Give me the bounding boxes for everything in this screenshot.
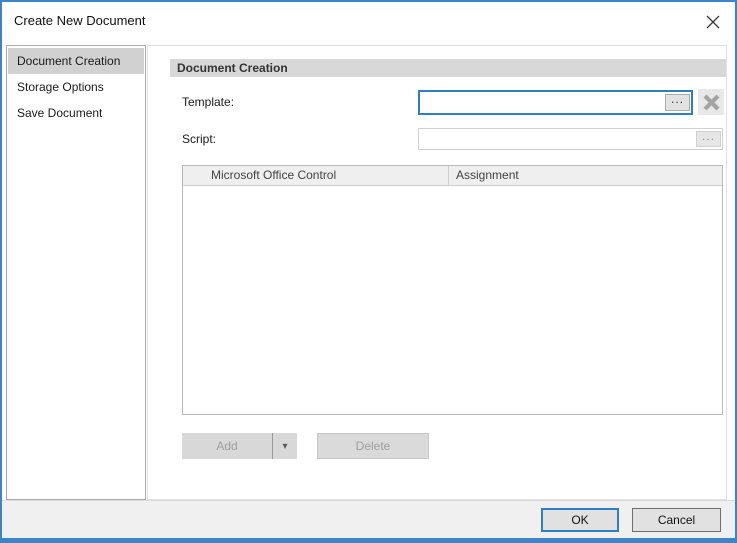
sidebar-item-save-document[interactable]: Save Document [8,100,144,126]
script-label: Script: [182,132,418,146]
footer-bar: OK Cancel [2,500,735,538]
main-panel: Document Creation Template: ... Script: [147,45,727,500]
sidebar: Document Creation Storage Options Save D… [6,45,146,500]
table-body-empty [183,187,722,414]
script-field-row: Script: ... [182,128,724,150]
close-icon [706,15,720,29]
column-header-microsoft-office-control: Microsoft Office Control [183,166,449,185]
add-button[interactable]: Add [182,433,272,459]
script-browse-button[interactable]: ... [696,131,721,147]
title-bar: Create New Document [2,2,735,44]
clear-icon [702,93,721,112]
ellipsis-icon: ... [702,129,715,143]
chevron-down-icon: ▾ [282,441,287,452]
sidebar-item-storage-options[interactable]: Storage Options [8,74,144,100]
office-control-table: Microsoft Office Control Assignment [182,165,723,415]
section-header: Document Creation [170,59,726,77]
ok-button[interactable]: OK [541,508,619,532]
template-browse-button[interactable]: ... [665,94,690,111]
script-input-shell: ... [418,128,723,150]
create-new-document-dialog: Create New Document Document Creation St… [0,0,737,543]
window-title: Create New Document [14,13,146,28]
script-input[interactable] [419,129,696,149]
add-dropdown-button[interactable]: ▾ [272,433,297,459]
delete-button[interactable]: Delete [317,433,429,459]
cancel-button[interactable]: Cancel [632,508,721,532]
template-input-shell: ... [418,90,693,115]
column-header-assignment: Assignment [449,166,722,185]
table-header-row: Microsoft Office Control Assignment [183,166,722,186]
template-clear-button[interactable] [698,89,724,115]
template-label: Template: [182,95,418,109]
template-field-row: Template: ... [182,89,724,115]
sidebar-item-document-creation[interactable]: Document Creation [8,48,144,74]
add-split-button: Add ▾ [182,433,297,459]
close-button[interactable] [699,8,727,36]
ellipsis-icon: ... [671,92,684,106]
template-input[interactable] [420,92,665,113]
table-action-row: Add ▾ Delete [182,433,429,459]
